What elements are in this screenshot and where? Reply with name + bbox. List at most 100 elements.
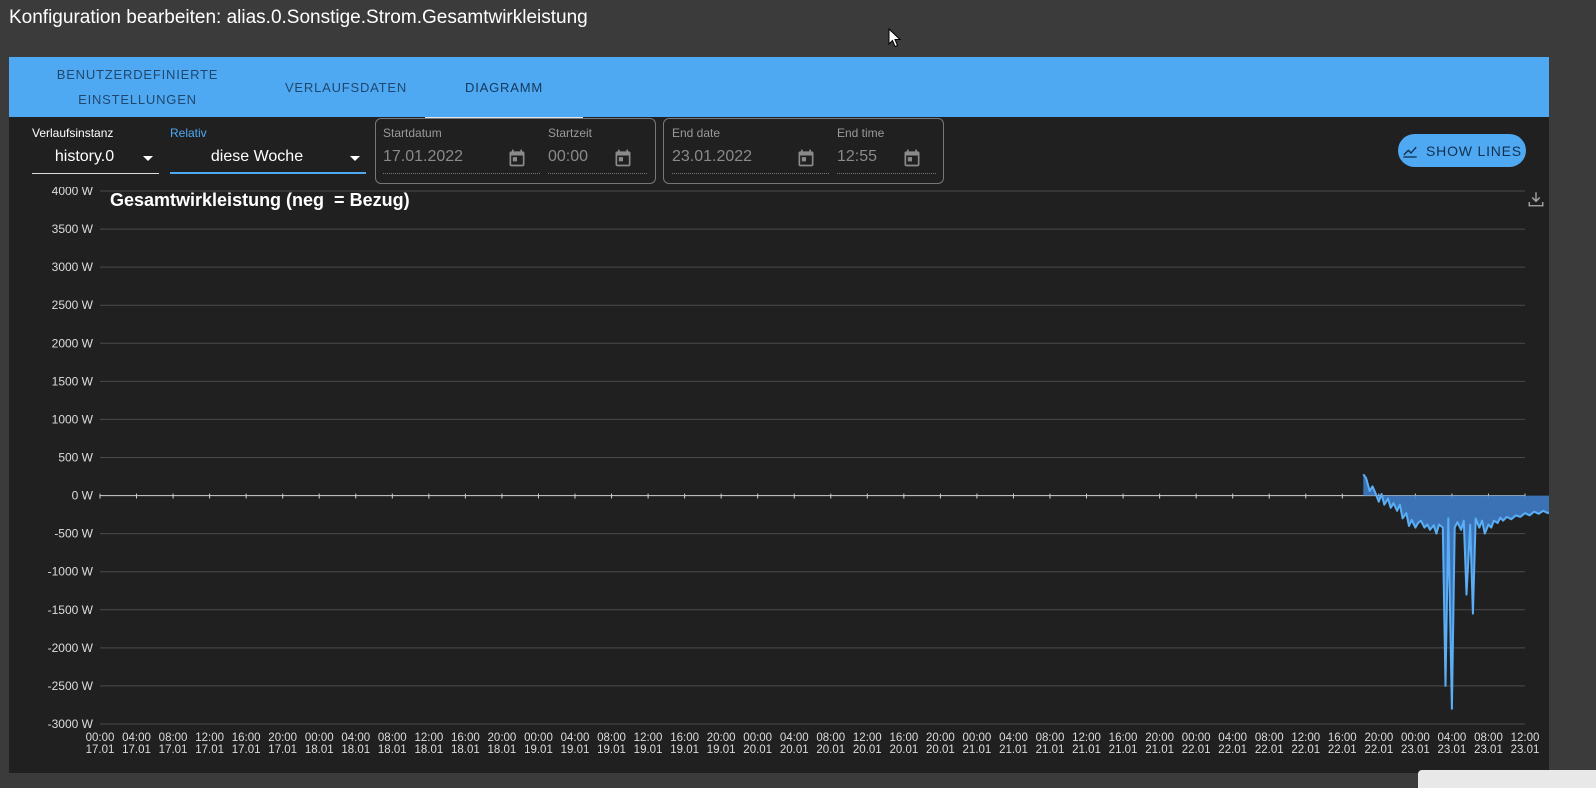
end-date-value: 23.01.2022 [672, 148, 753, 165]
window-edge [1418, 770, 1596, 788]
calendar-icon[interactable] [613, 148, 633, 168]
start-date-input[interactable]: 17.01.2022 [383, 148, 540, 174]
tab-bar: BENUTZERDEFINIERTE EINSTELLUNGEN VERLAUFS… [9, 57, 1549, 119]
show-lines-button[interactable]: SHOW LINES [1398, 134, 1526, 167]
x-tick-label: 21.01 [999, 744, 1028, 756]
x-tick-label: 18.01 [414, 744, 443, 756]
instance-select[interactable]: history.0 [32, 148, 159, 174]
x-tick-label: 17.01 [232, 744, 261, 756]
y-tick-label: -2500 W [48, 679, 94, 693]
x-tick-label: 12:00 [414, 732, 443, 744]
x-tick-label: 12:00 [1072, 732, 1101, 744]
config-panel: BENUTZERDEFINIERTE EINSTELLUNGEN VERLAUFS… [9, 57, 1549, 773]
x-tick-label: 18.01 [488, 744, 517, 756]
start-time-value: 00:00 [548, 148, 589, 165]
x-tick-label: 08:00 [159, 732, 188, 744]
chart-line-icon [1403, 146, 1417, 158]
x-tick-label: 04:00 [780, 732, 809, 744]
x-tick-label: 20.01 [780, 744, 809, 756]
x-tick-label: 21.01 [1072, 744, 1101, 756]
y-tick-label: 4000 W [52, 187, 94, 198]
input-underline [672, 173, 829, 174]
x-tick-label: 04:00 [999, 732, 1028, 744]
x-tick-label: 20:00 [268, 732, 297, 744]
input-underline [548, 173, 647, 174]
y-tick-label: 2500 W [52, 298, 94, 312]
x-tick-label: 08:00 [378, 732, 407, 744]
x-tick-label: 00:00 [305, 732, 334, 744]
y-tick-label: -3000 W [48, 717, 94, 731]
x-tick-label: 19.01 [634, 744, 663, 756]
series-line [1362, 473, 1549, 710]
x-tick-label: 12:00 [853, 732, 882, 744]
x-tick-label: 00:00 [743, 732, 772, 744]
x-tick-label: 20:00 [926, 732, 955, 744]
x-tick-label: 20:00 [488, 732, 517, 744]
calendar-icon[interactable] [796, 148, 816, 168]
y-tick-label: 3500 W [52, 222, 94, 236]
x-tick-label: 22.01 [1182, 744, 1211, 756]
y-tick-label: 500 W [58, 451, 93, 465]
x-tick-label: 16:00 [889, 732, 918, 744]
x-tick-label: 17.01 [159, 744, 188, 756]
x-tick-label: 17.01 [268, 744, 297, 756]
end-date-input[interactable]: 23.01.2022 [672, 148, 829, 174]
start-time-input[interactable]: 00:00 [548, 148, 647, 174]
x-tick-label: 20:00 [1145, 732, 1174, 744]
relative-label: Relativ [170, 126, 207, 140]
dialog-title: Konfiguration bearbeiten: alias.0.Sonsti… [9, 7, 588, 28]
x-tick-label: 00:00 [1401, 732, 1430, 744]
end-time-input[interactable]: 12:55 [837, 148, 936, 174]
x-tick-label: 18.01 [341, 744, 370, 756]
x-tick-label: 04:00 [341, 732, 370, 744]
x-tick-label: 12:00 [195, 732, 224, 744]
x-tick-label: 22.01 [1255, 744, 1284, 756]
series-gesamtwirkleistung [1362, 473, 1549, 710]
x-axis: 00:0017.0104:0017.0108:0017.0112:0017.01… [86, 732, 1540, 756]
relative-select[interactable]: diese Woche [170, 148, 366, 174]
x-tick-label: 16:00 [451, 732, 480, 744]
end-time-label: End time [837, 126, 885, 140]
x-tick-label: 20.01 [743, 744, 772, 756]
x-tick-label: 00:00 [1182, 732, 1211, 744]
x-tick-label: 20.01 [853, 744, 882, 756]
x-tick-label: 19.01 [561, 744, 590, 756]
end-date-label: End date [672, 126, 721, 140]
x-tick-label: 21.01 [1109, 744, 1138, 756]
tab-diagram[interactable]: DIAGRAMM [425, 57, 583, 119]
x-tick-label: 16:00 [232, 732, 261, 744]
triangle-down-icon [143, 156, 153, 161]
mouse-cursor-icon [888, 28, 902, 48]
calendar-icon[interactable] [902, 148, 922, 168]
x-tick-label: 00:00 [524, 732, 553, 744]
y-tick-label: -1500 W [48, 603, 94, 617]
x-tick-label: 22.01 [1328, 744, 1357, 756]
x-tick-label: 04:00 [1218, 732, 1247, 744]
start-date-value: 17.01.2022 [383, 148, 464, 165]
x-tick-label: 21.01 [1145, 744, 1174, 756]
x-tick-label: 12:00 [634, 732, 663, 744]
x-tick-label: 23.01 [1401, 744, 1430, 756]
x-tick-label: 20.01 [816, 744, 845, 756]
tab-label: EINSTELLUNGEN [78, 92, 197, 107]
x-tick-label: 16:00 [1109, 732, 1138, 744]
x-tick-label: 19.01 [707, 744, 736, 756]
chart-grid [99, 190, 1526, 725]
input-underline [383, 173, 540, 174]
x-tick-label: 18.01 [378, 744, 407, 756]
x-tick-label: 19.01 [524, 744, 553, 756]
tab-history-data[interactable]: VERLAUFSDATEN [267, 57, 425, 117]
power-chart: 4000 W 3500 W 3000 W 2500 W 2000 W 1500 W 1000… [48, 187, 1549, 756]
x-tick-label: 20.01 [926, 744, 955, 756]
x-tick-label: 19.01 [670, 744, 699, 756]
x-tick-label: 12:00 [1511, 732, 1540, 744]
x-tick-label: 23.01 [1438, 744, 1467, 756]
x-tick-label: 20.01 [889, 744, 918, 756]
tab-custom-settings[interactable]: BENUTZERDEFINIERTE EINSTELLUNGEN [9, 57, 266, 117]
calendar-icon[interactable] [507, 148, 527, 168]
x-tick-label: 20:00 [1364, 732, 1393, 744]
x-tick-label: 21.01 [963, 744, 992, 756]
show-lines-label: SHOW LINES [1426, 142, 1522, 159]
end-time-value: 12:55 [837, 148, 878, 165]
x-tick-label: 17.01 [86, 744, 115, 756]
